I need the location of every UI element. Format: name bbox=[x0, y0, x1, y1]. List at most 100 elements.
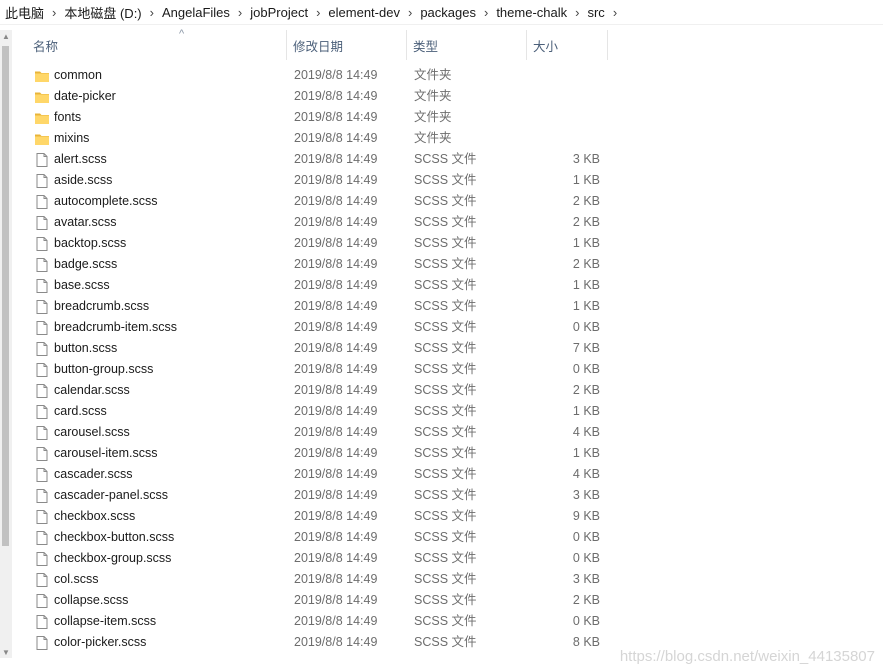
file-size: 0 KB bbox=[572, 551, 600, 565]
file-row[interactable]: autocomplete.scss 2019/8/8 14:49 SCSS 文件 2 … bbox=[0, 191, 883, 212]
file-row[interactable]: alert.scss 2019/8/8 14:49 SCSS 文件 3 KB bbox=[0, 149, 883, 170]
column-header-size[interactable]: 大小 bbox=[527, 30, 608, 60]
file-icon bbox=[34, 488, 50, 504]
file-icon bbox=[34, 530, 50, 546]
file-modified-date: 2019/8/8 14:49 bbox=[294, 278, 378, 292]
column-header-name-label: 名称 bbox=[33, 39, 59, 54]
file-type: SCSS 文件 bbox=[414, 362, 477, 376]
file-size: 2 KB bbox=[572, 383, 600, 397]
file-row[interactable]: carousel-item.scss 2019/8/8 14:49 SCSS 文件 1… bbox=[0, 443, 883, 464]
file-row[interactable]: collapse-item.scss 2019/8/8 14:49 SCSS 文件 0… bbox=[0, 611, 883, 632]
folder-row[interactable]: common 2019/8/8 14:49 文件夹 bbox=[0, 65, 883, 86]
file-size: 1 KB bbox=[572, 236, 600, 250]
file-name: color-picker.scss bbox=[54, 635, 147, 649]
chevron-right-icon[interactable]: › bbox=[236, 5, 244, 20]
file-name: mixins bbox=[54, 131, 90, 145]
chevron-right-icon[interactable]: › bbox=[611, 5, 619, 20]
column-header-name[interactable]: 名称 ^ bbox=[27, 28, 287, 60]
scroll-up-arrow-icon[interactable]: ▲ bbox=[0, 30, 12, 42]
file-size bbox=[527, 128, 600, 149]
column-header-size-label: 大小 bbox=[533, 39, 559, 54]
file-type: SCSS 文件 bbox=[414, 278, 477, 292]
file-row[interactable]: button.scss 2019/8/8 14:49 SCSS 文件 7 KB bbox=[0, 338, 883, 359]
file-name: avatar.scss bbox=[54, 215, 117, 229]
file-row[interactable]: calendar.scss 2019/8/8 14:49 SCSS 文件 2 KB bbox=[0, 380, 883, 401]
chevron-right-icon[interactable]: › bbox=[148, 5, 156, 20]
file-type: SCSS 文件 bbox=[414, 173, 477, 187]
file-modified-date: 2019/8/8 14:49 bbox=[294, 488, 378, 502]
file-modified-date: 2019/8/8 14:49 bbox=[294, 236, 378, 250]
chevron-right-icon[interactable]: › bbox=[50, 5, 58, 20]
breadcrumb-segment[interactable]: theme-chalk bbox=[490, 5, 573, 20]
file-size: 0 KB bbox=[572, 362, 600, 376]
file-type: SCSS 文件 bbox=[414, 635, 477, 649]
file-name: button-group.scss bbox=[54, 362, 154, 376]
column-header-modified[interactable]: 修改日期 bbox=[287, 30, 407, 60]
file-name: calendar.scss bbox=[54, 383, 130, 397]
file-type: SCSS 文件 bbox=[414, 404, 477, 418]
breadcrumb-segment[interactable]: 此电脑 bbox=[0, 3, 50, 22]
file-size: 1 KB bbox=[572, 278, 600, 292]
file-row[interactable]: col.scss 2019/8/8 14:49 SCSS 文件 3 KB bbox=[0, 569, 883, 590]
file-row[interactable]: aside.scss 2019/8/8 14:49 SCSS 文件 1 KB bbox=[0, 170, 883, 191]
file-icon bbox=[34, 593, 50, 609]
file-size: 3 KB bbox=[572, 572, 600, 586]
breadcrumb-segment[interactable]: jobProject bbox=[244, 5, 314, 20]
file-row[interactable]: checkbox-button.scss 2019/8/8 14:49 SCSS 文… bbox=[0, 527, 883, 548]
file-row[interactable]: card.scss 2019/8/8 14:49 SCSS 文件 1 KB bbox=[0, 401, 883, 422]
file-icon bbox=[34, 446, 50, 462]
file-row[interactable]: button-group.scss 2019/8/8 14:49 SCSS 文件 0 … bbox=[0, 359, 883, 380]
breadcrumb-segment[interactable]: src bbox=[581, 5, 610, 20]
file-modified-date: 2019/8/8 14:49 bbox=[294, 131, 378, 145]
chevron-right-icon[interactable]: › bbox=[482, 5, 490, 20]
file-icon bbox=[34, 257, 50, 273]
breadcrumb-segment[interactable]: AngelaFiles bbox=[156, 5, 236, 20]
file-name: fonts bbox=[54, 110, 82, 124]
watermark: https://blog.csdn.net/weixin_44135807 bbox=[619, 648, 875, 665]
file-row[interactable]: backtop.scss 2019/8/8 14:49 SCSS 文件 1 KB bbox=[0, 233, 883, 254]
folder-row[interactable]: date-picker 2019/8/8 14:49 文件夹 bbox=[0, 86, 883, 107]
file-modified-date: 2019/8/8 14:49 bbox=[294, 404, 378, 418]
file-size: 3 KB bbox=[572, 152, 600, 166]
file-modified-date: 2019/8/8 14:49 bbox=[294, 572, 378, 586]
folder-row[interactable]: mixins 2019/8/8 14:49 文件夹 bbox=[0, 128, 883, 149]
column-header-type[interactable]: 类型 bbox=[407, 30, 527, 60]
file-row[interactable]: avatar.scss 2019/8/8 14:49 SCSS 文件 2 KB bbox=[0, 212, 883, 233]
file-icon bbox=[34, 635, 50, 651]
file-row[interactable]: carousel.scss 2019/8/8 14:49 SCSS 文件 4 KB bbox=[0, 422, 883, 443]
file-row[interactable]: cascader.scss 2019/8/8 14:49 SCSS 文件 4 KB bbox=[0, 464, 883, 485]
file-size: 7 KB bbox=[572, 341, 600, 355]
file-row[interactable]: breadcrumb.scss 2019/8/8 14:49 SCSS 文件 1 KB bbox=[0, 296, 883, 317]
breadcrumb-segment[interactable]: packages bbox=[414, 5, 482, 20]
file-row[interactable]: breadcrumb-item.scss 2019/8/8 14:49 SCSS 文… bbox=[0, 317, 883, 338]
file-row[interactable]: badge.scss 2019/8/8 14:49 SCSS 文件 2 KB bbox=[0, 254, 883, 275]
file-row[interactable]: base.scss 2019/8/8 14:49 SCSS 文件 1 KB bbox=[0, 275, 883, 296]
chevron-right-icon[interactable]: › bbox=[573, 5, 581, 20]
breadcrumb: 此电脑 › 本地磁盘 (D:) › AngelaFiles › jobProject › ele… bbox=[0, 0, 883, 25]
file-icon bbox=[34, 572, 50, 588]
folder-row[interactable]: fonts 2019/8/8 14:49 文件夹 bbox=[0, 107, 883, 128]
file-row[interactable]: checkbox-group.scss 2019/8/8 14:49 SCSS 文件… bbox=[0, 548, 883, 569]
file-modified-date: 2019/8/8 14:49 bbox=[294, 110, 378, 124]
file-size: 4 KB bbox=[572, 425, 600, 439]
file-name: base.scss bbox=[54, 278, 110, 292]
file-modified-date: 2019/8/8 14:49 bbox=[294, 341, 378, 355]
chevron-right-icon[interactable]: › bbox=[406, 5, 414, 20]
file-name: button.scss bbox=[54, 341, 118, 355]
file-modified-date: 2019/8/8 14:49 bbox=[294, 383, 378, 397]
file-modified-date: 2019/8/8 14:49 bbox=[294, 593, 378, 607]
file-size: 1 KB bbox=[572, 446, 600, 460]
file-icon bbox=[34, 425, 50, 441]
file-icon bbox=[34, 551, 50, 567]
file-size: 0 KB bbox=[572, 320, 600, 334]
file-row[interactable]: collapse.scss 2019/8/8 14:49 SCSS 文件 2 KB bbox=[0, 590, 883, 611]
file-modified-date: 2019/8/8 14:49 bbox=[294, 68, 378, 82]
file-row[interactable]: cascader-panel.scss 2019/8/8 14:49 SCSS 文件… bbox=[0, 485, 883, 506]
breadcrumb-segment[interactable]: 本地磁盘 (D:) bbox=[58, 3, 147, 22]
file-modified-date: 2019/8/8 14:49 bbox=[294, 425, 378, 439]
chevron-right-icon[interactable]: › bbox=[314, 5, 322, 20]
file-name: carousel.scss bbox=[54, 425, 130, 439]
breadcrumb-segment[interactable]: element-dev bbox=[322, 5, 406, 20]
file-row[interactable]: checkbox.scss 2019/8/8 14:49 SCSS 文件 9 KB bbox=[0, 506, 883, 527]
sort-ascending-icon: ^ bbox=[179, 28, 185, 40]
